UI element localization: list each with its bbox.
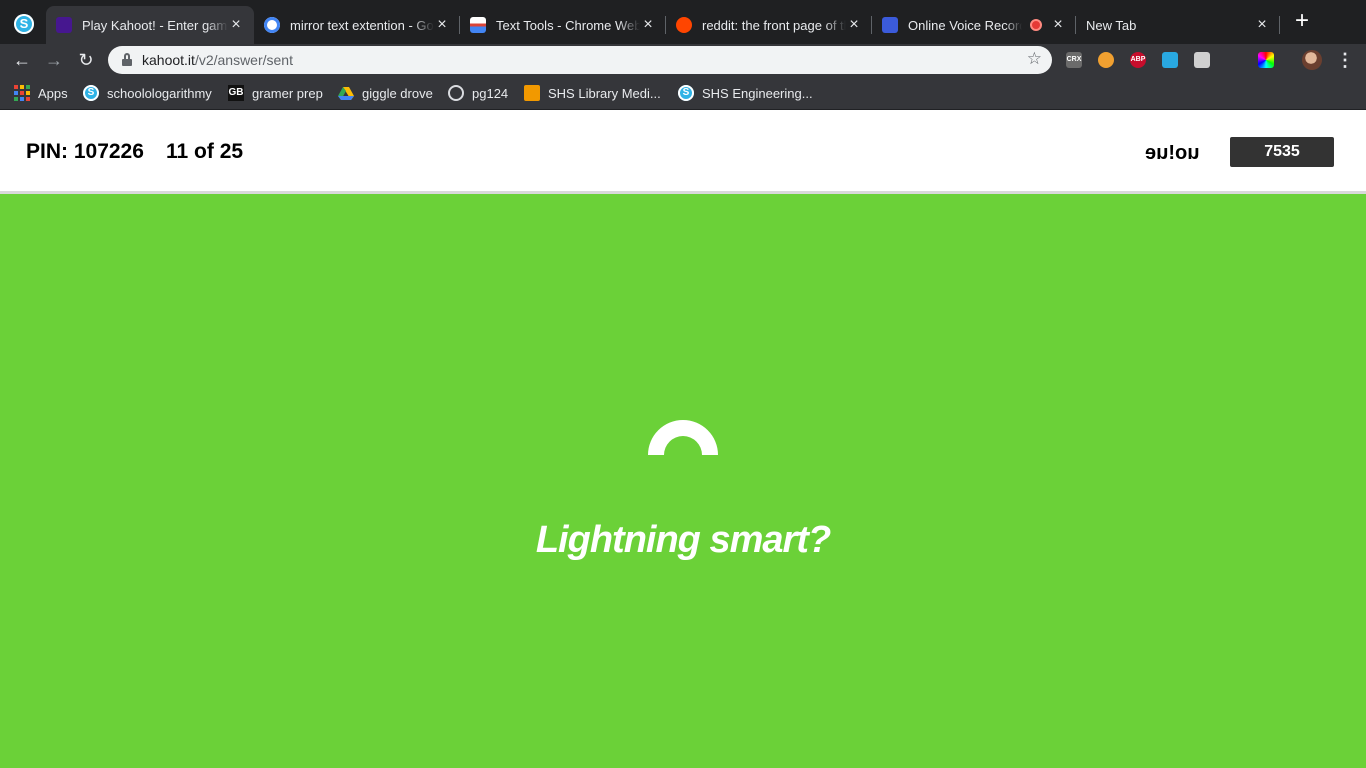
- close-tab-icon[interactable]: ×: [1050, 16, 1066, 34]
- recording-indicator-icon: [1030, 19, 1042, 31]
- schoology-icon: S: [83, 85, 99, 101]
- bookmark-label: pg124: [472, 85, 509, 101]
- reddit-icon: [676, 17, 692, 33]
- close-tab-icon[interactable]: ×: [846, 16, 862, 34]
- schoology-icon: S: [678, 85, 694, 101]
- close-tab-icon[interactable]: ×: [1254, 16, 1270, 34]
- tab-strip: S Play Kahoot! - Enter game PIN here! × …: [0, 0, 1366, 44]
- player-nickname: uo!ue: [1145, 142, 1200, 164]
- loading-spinner-icon: [648, 420, 718, 455]
- feedback-message: Lightning smart?: [535, 519, 831, 561]
- browser-toolbar: ← → ↻ kahoot.it/v2/answer/sent ☆ CRX ABP…: [0, 44, 1366, 76]
- tab-voice-recorder[interactable]: Online Voice Recorder ×: [872, 6, 1076, 44]
- back-arrow-icon[interactable]: ←: [10, 48, 34, 72]
- tab-title: mirror text extention - Google Search: [290, 17, 434, 33]
- lock-icon: [122, 53, 132, 66]
- tab-text-tools[interactable]: Text Tools - Chrome Web Store ×: [460, 6, 666, 44]
- tab-kahoot[interactable]: Play Kahoot! - Enter game PIN here! ×: [46, 6, 254, 44]
- score-badge: 7535: [1230, 137, 1334, 167]
- bookmark-label: SHS Library Medi...: [548, 85, 661, 101]
- close-tab-icon[interactable]: ×: [228, 16, 244, 34]
- tab-new-tab[interactable]: New Tab ×: [1076, 6, 1280, 44]
- bookmark-label: Apps: [38, 85, 68, 101]
- bookmark-giggle-drove[interactable]: giggle drove: [338, 85, 433, 101]
- bookmark-gramer-prep[interactable]: GB gramer prep: [228, 85, 323, 101]
- question-progress: 11 of 25: [166, 140, 244, 163]
- adblock-plus-icon[interactable]: ABP: [1130, 52, 1146, 68]
- answer-sent-screen: Lightning smart?: [0, 197, 1366, 768]
- chrome-web-store-icon: [470, 17, 486, 33]
- close-tab-icon[interactable]: ×: [434, 16, 450, 34]
- bookmark-schoolologarithmy[interactable]: S schoolologarithmy: [83, 85, 212, 101]
- tab-title: reddit: the front page of the internet: [702, 17, 846, 33]
- bookmark-shs-engineering[interactable]: S SHS Engineering...: [678, 85, 813, 101]
- apps-grid-icon: [14, 85, 30, 101]
- gb-icon: GB: [228, 85, 244, 101]
- globe-icon: [448, 85, 464, 101]
- bookmark-star-icon[interactable]: ☆: [1027, 49, 1042, 69]
- tab-title: New Tab: [1086, 17, 1137, 33]
- kahoot-icon: [56, 17, 72, 33]
- tab-reddit[interactable]: reddit: the front page of the internet ×: [666, 6, 872, 44]
- schoology-pinned-tab-icon[interactable]: S: [14, 14, 34, 34]
- google-drive-icon: [338, 87, 354, 100]
- url-text[interactable]: kahoot.it/v2/answer/sent: [142, 52, 293, 68]
- bookmark-pg124[interactable]: pg124: [448, 85, 508, 101]
- avatar[interactable]: [1302, 50, 1322, 70]
- bookmark-label: gramer prep: [252, 85, 323, 101]
- bookmark-label: schoolologarithmy: [107, 85, 212, 101]
- bookmark-apps[interactable]: Apps: [14, 85, 68, 101]
- game-status-bar: PIN: 107226 11 of 25 uo!ue 7535: [0, 110, 1366, 194]
- close-tab-icon[interactable]: ×: [640, 16, 656, 34]
- tab-separator: [1279, 16, 1280, 34]
- owl-extension-icon[interactable]: [1098, 52, 1114, 68]
- tab-title: Text Tools - Chrome Web Store: [496, 17, 640, 33]
- library-icon: [524, 85, 540, 101]
- google-icon: [264, 17, 280, 33]
- bookmarks-bar: Apps S schoolologarithmy GB gramer prep …: [0, 76, 1366, 110]
- forward-arrow-icon[interactable]: →: [42, 48, 66, 72]
- tab-google-search[interactable]: mirror text extention - Google Search ×: [254, 6, 460, 44]
- crx-extension-icon[interactable]: CRX: [1066, 52, 1082, 68]
- tab-title: Play Kahoot! - Enter game PIN here!: [82, 17, 228, 33]
- teachmint-extension-icon[interactable]: [1162, 52, 1178, 68]
- voice-recorder-icon: [882, 17, 898, 33]
- game-pin: PIN: 107226: [26, 140, 144, 163]
- bookmark-label: giggle drove: [362, 85, 433, 101]
- briefcase-extension-icon[interactable]: [1194, 52, 1210, 68]
- address-bar[interactable]: kahoot.it/v2/answer/sent ☆: [108, 46, 1052, 74]
- tab-title: Online Voice Recorder: [908, 17, 1022, 33]
- bookmark-shs-library[interactable]: SHS Library Medi...: [524, 85, 661, 101]
- reload-icon[interactable]: ↻: [74, 48, 98, 72]
- bookmark-label: SHS Engineering...: [702, 85, 813, 101]
- color-picker-extension-icon[interactable]: [1258, 52, 1274, 68]
- new-tab-button[interactable]: +: [1290, 9, 1314, 34]
- browser-menu-icon[interactable]: ⋮: [1336, 48, 1354, 72]
